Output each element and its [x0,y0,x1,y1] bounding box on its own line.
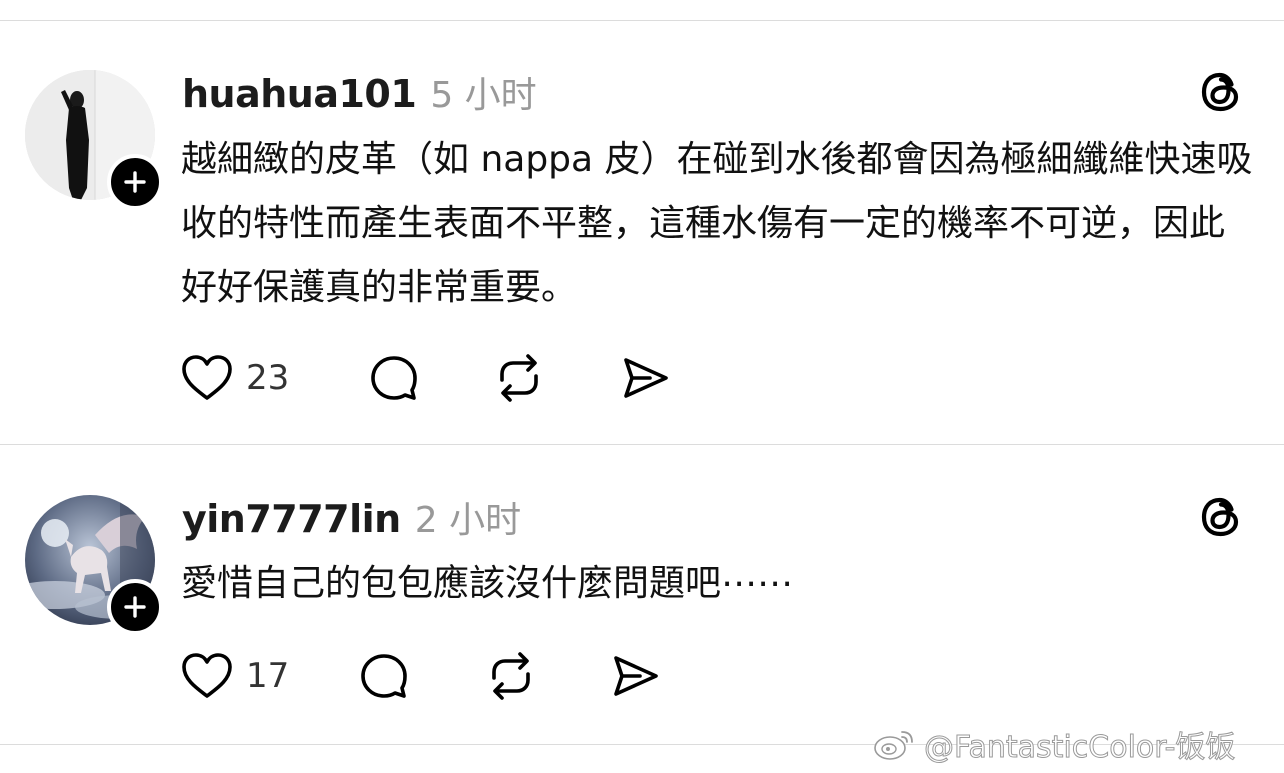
comment-button[interactable] [358,648,410,704]
heart-icon [182,653,232,698]
comment-bubble-icon [361,654,407,698]
plus-icon [124,171,146,193]
avatar-container[interactable] [25,70,163,210]
post-text: 越細緻的皮革（如 nappa 皮）在碰到水後都會因為極細纖維快速吸收的特性而產生… [181,139,1253,308]
follow-button[interactable] [107,154,163,210]
weibo-logo-icon [874,731,913,760]
threads-logo-icon[interactable] [1195,491,1247,543]
send-icon [614,656,658,696]
username[interactable]: yin7777lin [182,497,401,541]
repost-button[interactable] [484,648,538,704]
top-divider [0,20,1284,21]
repost-button[interactable] [492,350,546,406]
post-divider [0,444,1284,445]
post-time: 2 小时 [414,500,522,541]
like-count: 17 [246,656,290,696]
avatar-container[interactable] [25,495,163,635]
like-button[interactable]: 17 [180,648,289,704]
plus-icon [124,596,146,618]
share-button[interactable] [610,648,662,704]
send-icon [624,358,668,398]
repost-icon [500,354,538,402]
comment-button[interactable] [368,350,420,406]
like-count: 23 [246,358,290,398]
watermark-text: @FantasticColor-饭饭 [924,730,1236,766]
follow-button[interactable] [107,579,163,635]
heart-icon [182,355,232,400]
like-button[interactable]: 23 [180,350,289,406]
post-header: huahua101 5 小时 [182,66,537,118]
post-time: 5 小时 [430,75,537,116]
repost-icon [492,652,530,700]
watermark: @FantasticColor-饭饭 [872,722,1236,766]
share-button[interactable] [620,350,672,406]
comment-bubble-icon [371,356,417,400]
post-header: yin7777lin 2 小时 [182,491,521,543]
threads-logo-icon[interactable] [1195,66,1247,118]
username[interactable]: huahua101 [182,72,417,116]
post-text: 愛惜自己的包包應該沒什麼問題吧⋯⋯ [181,563,794,604]
